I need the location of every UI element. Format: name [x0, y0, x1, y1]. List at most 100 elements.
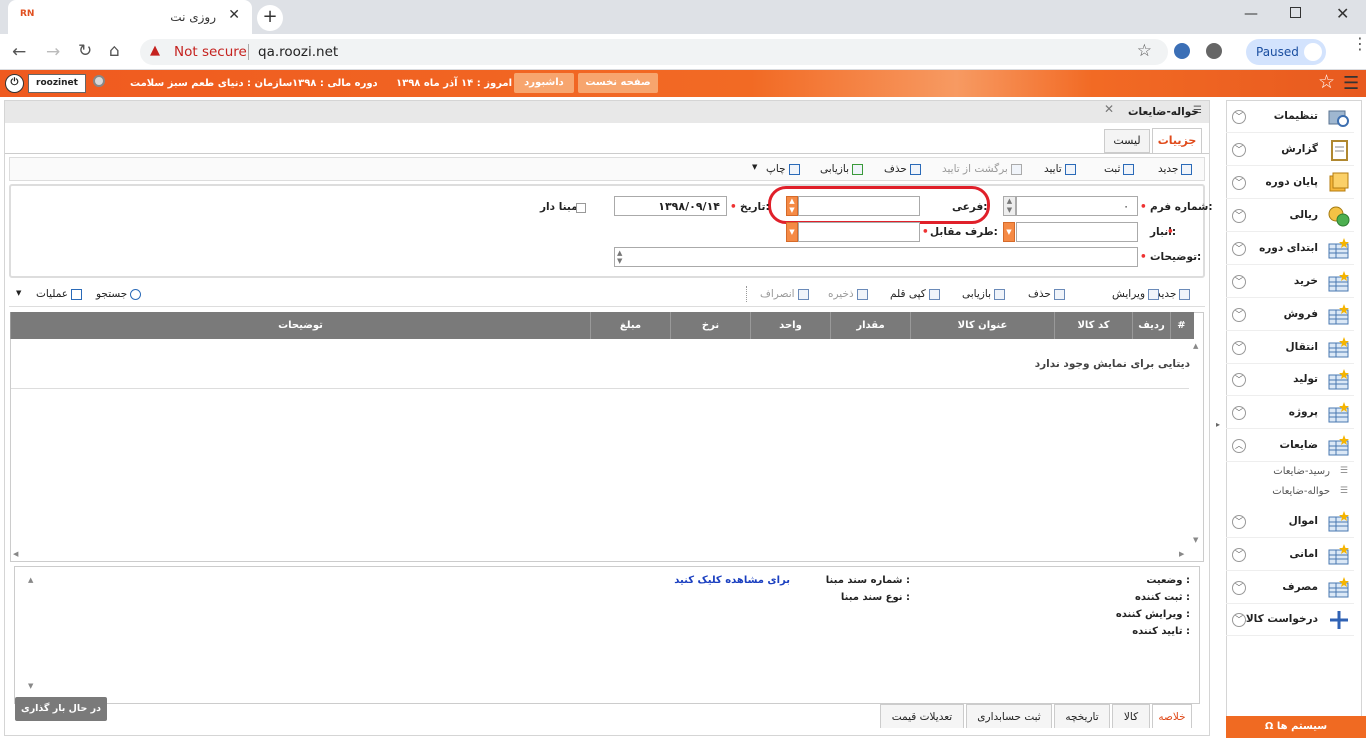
hamburger-icon[interactable]: ☰ [1343, 73, 1359, 94]
grid-column-1[interactable]: ردیف [1132, 312, 1170, 339]
home-page-button[interactable]: صفحه نخست [578, 73, 658, 93]
grid-column-2[interactable]: کد کالا [1054, 312, 1132, 339]
date-field[interactable]: ۱۳۹۸/۰۹/۱۴ [614, 196, 727, 216]
menu-icon[interactable]: ⋮ [1352, 36, 1366, 52]
chevron-down-icon[interactable]: ﹀ [1232, 176, 1246, 190]
tab-list[interactable]: لیست [1104, 129, 1150, 153]
grid-vscrollbar[interactable]: ▲ ▼ [1190, 340, 1202, 548]
sidebar-collapse-handle[interactable]: ▸ [1216, 420, 1220, 429]
chevron-down-icon[interactable]: ﹀ [1232, 143, 1246, 157]
grid-cancel-button[interactable]: انصراف [760, 285, 809, 303]
dashboard-button[interactable]: داشبورد [514, 73, 574, 93]
chevron-down-icon[interactable]: ﹀ [1232, 110, 1246, 124]
description-scroll[interactable]: ▲ ▼ [617, 249, 622, 265]
approve-button[interactable]: تایید [1044, 160, 1076, 178]
view-link[interactable]: برای مشاهده کلیک کنید [660, 575, 790, 586]
based-checkbox[interactable] [576, 203, 586, 213]
power-icon[interactable]: ⏻ [5, 74, 24, 93]
counterparty-dropdown[interactable]: ▼ [786, 222, 798, 242]
sidebar-subitem-1[interactable]: حواله-ضایعات ☰ [1226, 486, 1354, 504]
chevron-up-icon[interactable]: ︿ [1232, 439, 1246, 453]
print-button[interactable]: چاپ [766, 160, 800, 178]
restore-icon[interactable] [1290, 7, 1301, 18]
browser-tab[interactable]: RN روزی نت ✕ [8, 0, 252, 34]
systems-button[interactable]: Ω سیستم ها [1226, 716, 1366, 738]
extension2-icon[interactable] [1206, 43, 1222, 59]
grid-restore-button[interactable]: بازیابی [962, 285, 1005, 303]
grid-hscrollbar[interactable]: ◀ ▶ [11, 548, 1189, 560]
sidebar-item-14[interactable]: درخواست کالا ﹀ [1226, 604, 1354, 636]
description-field[interactable]: ▲ ▼ [614, 247, 1138, 267]
grid-column-0[interactable]: # [1170, 312, 1192, 339]
sidebar-item-10[interactable]: ضایعات ︿ [1226, 430, 1354, 462]
grid-column-6[interactable]: نرخ [670, 312, 750, 339]
extension-icon[interactable] [1174, 43, 1190, 59]
grid-column-4[interactable]: مقدار [830, 312, 910, 339]
form-number-field[interactable]: ۰ [1016, 196, 1138, 216]
chevron-down-icon[interactable]: ﹀ [1232, 275, 1246, 289]
sidebar-item-2[interactable]: پایان دوره ﹀ [1226, 167, 1354, 199]
revert-approve-button[interactable]: برگشت از تایید [942, 160, 1022, 178]
warehouse-dropdown[interactable]: ▼ [1003, 222, 1015, 242]
warehouse-field[interactable] [1016, 222, 1138, 242]
sidebar-item-12[interactable]: امانی ﹀ [1226, 539, 1354, 571]
sidebar-item-1[interactable]: گزارش ﹀ [1226, 134, 1354, 166]
chevron-down-icon[interactable]: ﹀ [1232, 613, 1246, 627]
sidebar-item-7[interactable]: انتقال ﹀ [1226, 332, 1354, 364]
scroll-down-icon[interactable]: ▼ [1193, 536, 1198, 544]
print-dropdown-icon[interactable]: ▼ [752, 163, 757, 171]
new-tab-button[interactable]: + [257, 5, 283, 31]
sidebar-item-13[interactable]: مصرف ﹀ [1226, 572, 1354, 604]
sidebar-subitem-0[interactable]: رسید-ضایعات ☰ [1226, 466, 1354, 484]
new-button[interactable]: جدید [1158, 160, 1193, 178]
chevron-down-icon[interactable]: ﹀ [1232, 515, 1246, 529]
bottom-tab-1[interactable]: کالا [1112, 704, 1150, 728]
scroll-left-icon[interactable]: ◀ [13, 550, 18, 558]
chevron-down-icon[interactable]: ﹀ [1232, 242, 1246, 256]
sidebar-item-11[interactable]: اموال ﹀ [1226, 506, 1354, 538]
bottom-tab-2[interactable]: تاریخچه [1054, 704, 1110, 728]
scroll-up-icon[interactable]: ▲ [1193, 342, 1198, 350]
bottom-tab-0[interactable]: خلاصه [1152, 704, 1192, 728]
delete-button[interactable]: حذف [884, 160, 921, 178]
scroll-up-icon[interactable]: ▲ [28, 576, 33, 584]
address-bar[interactable]: ▲ Not secure qa.roozi.net ☆ [140, 39, 1168, 65]
info-scroll[interactable]: ▲ ▼ [27, 574, 37, 692]
scroll-down-icon[interactable]: ▼ [28, 682, 33, 690]
grid-save-button[interactable]: ذخیره [828, 285, 868, 303]
bottom-tab-3[interactable]: ثبت حسابداری [966, 704, 1052, 728]
grid-copy-button[interactable]: کپی قلم [890, 285, 940, 303]
counterparty-field[interactable] [798, 222, 920, 242]
chevron-down-icon[interactable]: ﹀ [1232, 548, 1246, 562]
window-close-icon[interactable]: ✕ [1336, 4, 1349, 23]
close-icon[interactable]: ✕ [228, 7, 240, 23]
chevron-down-icon[interactable]: ﹀ [1232, 373, 1246, 387]
home-icon[interactable]: ⌂ [109, 41, 120, 61]
favorites-star-icon[interactable]: ☆ [1318, 71, 1335, 93]
chevron-down-icon[interactable]: ﹀ [1232, 341, 1246, 355]
grid-new-button[interactable]: جدید [1156, 285, 1191, 303]
forward-icon[interactable]: → [46, 42, 60, 62]
sidebar-item-8[interactable]: تولید ﹀ [1226, 364, 1354, 396]
minimize-icon[interactable]: — [1244, 6, 1258, 22]
grid-delete-button[interactable]: حذف [1028, 285, 1065, 303]
back-icon[interactable]: ← [12, 42, 26, 62]
sidebar-item-9[interactable]: پروژه ﹀ [1226, 397, 1354, 429]
tab-details[interactable]: جزییات [1152, 128, 1202, 154]
gear-icon[interactable] [93, 75, 105, 87]
breadcrumb-close-icon[interactable]: ✕ [1104, 102, 1114, 116]
grid-column-5[interactable]: واحد [750, 312, 830, 339]
user-button[interactable]: roozinet [28, 74, 86, 93]
scroll-right-icon[interactable]: ▶ [1179, 550, 1184, 558]
save-button[interactable]: ثبت [1104, 160, 1135, 178]
grid-column-7[interactable]: مبلغ [590, 312, 670, 339]
grid-edit-button[interactable]: ویرایش [1112, 285, 1160, 303]
sidebar-item-0[interactable]: تنظیمات ﹀ [1226, 101, 1354, 133]
search-button[interactable]: جستجو [96, 285, 142, 303]
grid-column-3[interactable]: عنوان کالا [910, 312, 1054, 339]
profile-paused-button[interactable]: Paused [1246, 39, 1326, 65]
star-icon[interactable]: ☆ [1137, 41, 1152, 61]
sidebar-item-4[interactable]: ابتدای دوره ﹀ [1226, 233, 1354, 265]
chevron-down-icon[interactable]: ﹀ [1232, 406, 1246, 420]
form-number-spinner[interactable]: ▲ ▼ [1003, 196, 1016, 216]
